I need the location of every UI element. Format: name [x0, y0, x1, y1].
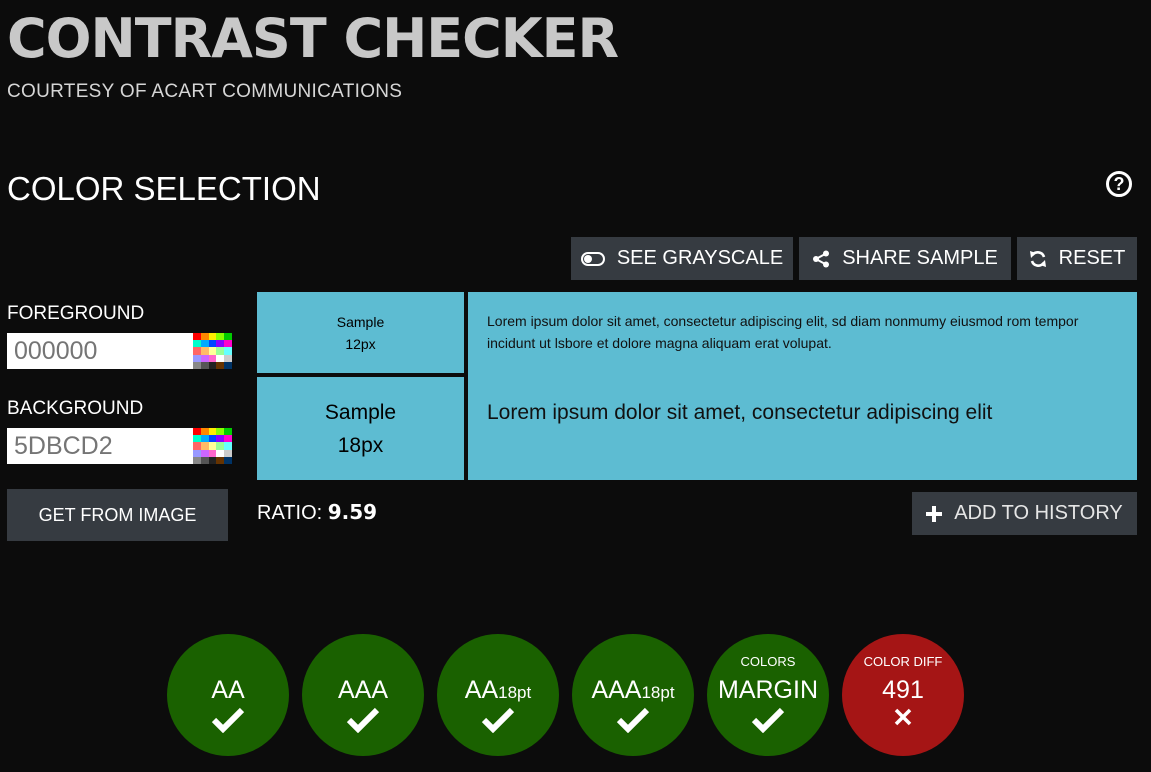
- lorem-small-text: Lorem ipsum dolor sit amet, consectetur …: [487, 313, 1079, 351]
- share-sample-label: SHARE SAMPLE: [842, 247, 998, 269]
- get-from-image-button[interactable]: GET FROM IMAGE: [7, 489, 228, 541]
- sample-12px-word: Sample: [336, 313, 385, 330]
- sample-18px-size: 18px: [337, 433, 384, 457]
- badge-main-text: MARGIN: [718, 676, 818, 704]
- badge-label: MARGIN: [707, 674, 829, 709]
- badge-caption: COLOR DIFF: [863, 654, 943, 669]
- background-label: BACKGROUND: [7, 398, 144, 419]
- badge-caption: COLORS: [740, 654, 796, 669]
- add-to-history-label: ADD TO HISTORY: [954, 502, 1123, 524]
- badge-label: AAA: [302, 674, 424, 709]
- badge-label: AAA18pt: [572, 674, 694, 709]
- check-icon: [437, 707, 559, 733]
- badge-label: AA: [167, 674, 289, 709]
- foreground-label: FOREGROUND: [7, 303, 145, 324]
- section-title: COLOR SELECTION: [7, 170, 321, 207]
- result-colors-margin: COLORS MARGIN: [707, 634, 829, 756]
- sample-12px-size: 12px: [345, 335, 376, 352]
- lorem-large-text: Lorem ipsum dolor sit amet, consectetur …: [487, 401, 993, 424]
- result-color-diff: COLOR DIFF 491: [842, 634, 964, 756]
- check-icon: [167, 707, 289, 733]
- contrast-ratio: RATIO: 9.59: [257, 500, 377, 525]
- badge-label: AA18pt: [437, 674, 559, 709]
- share-icon: [812, 250, 830, 268]
- reset-label: RESET: [1058, 247, 1126, 269]
- result-aaa-18pt: AAA18pt: [572, 634, 694, 756]
- sample-text-preview: Lorem ipsum dolor sit amet, consectetur …: [468, 292, 1137, 480]
- app-title: CONTRAST CHECKER: [7, 7, 619, 70]
- ratio-label: RATIO:: [257, 502, 323, 524]
- result-aaa: AAA: [302, 634, 424, 756]
- badge-main-text: AA: [464, 676, 499, 704]
- share-sample-button[interactable]: SHARE SAMPLE: [799, 237, 1011, 280]
- badge-main-text: AAA: [337, 676, 389, 704]
- sample-12px: Sample 12px: [257, 292, 464, 373]
- background-input[interactable]: [7, 428, 193, 464]
- check-icon: [302, 707, 424, 733]
- badge-sub-text: 18pt: [498, 683, 532, 702]
- plus-icon: [926, 505, 943, 522]
- foreground-palette-icon[interactable]: [193, 333, 232, 369]
- background-palette-icon[interactable]: [193, 428, 232, 464]
- badge-main-text: AA: [211, 676, 245, 704]
- foreground-input[interactable]: [7, 333, 193, 369]
- result-aa-18pt: AA18pt: [437, 634, 559, 756]
- add-to-history-button[interactable]: ADD TO HISTORY: [912, 492, 1137, 535]
- sample-18px-word: Sample: [324, 400, 397, 424]
- sample-18px: Sample 18px: [257, 377, 464, 480]
- ratio-value: 9.59: [327, 500, 378, 524]
- see-grayscale-label: SEE GRAYSCALE: [616, 247, 784, 269]
- badge-label: 491: [842, 674, 964, 709]
- toggle-icon: [580, 251, 605, 266]
- see-grayscale-button[interactable]: SEE GRAYSCALE: [571, 237, 793, 280]
- app-subtitle: COURTESY OF ACART COMMUNICATIONS: [7, 81, 403, 102]
- help-icon[interactable]: ?: [1106, 171, 1132, 197]
- refresh-icon: [1029, 250, 1047, 268]
- x-icon: [842, 707, 964, 727]
- result-aa: AA: [167, 634, 289, 756]
- check-icon: [572, 707, 694, 733]
- badge-main-text: 491: [882, 676, 924, 704]
- reset-button[interactable]: RESET: [1017, 237, 1137, 280]
- check-icon: [707, 707, 829, 733]
- badge-sub-text: 18pt: [641, 683, 675, 702]
- badge-main-text: AAA: [591, 676, 642, 704]
